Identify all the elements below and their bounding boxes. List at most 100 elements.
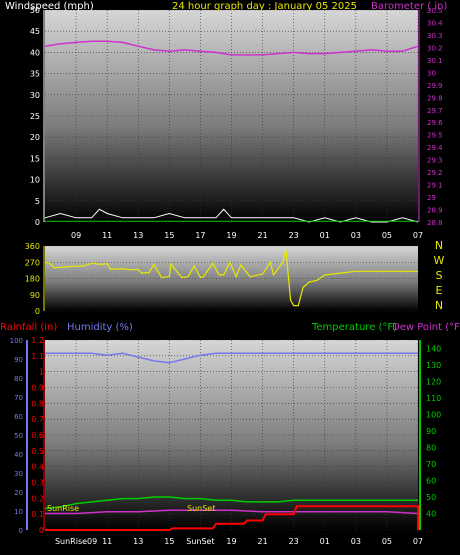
barometer-tick-label: 29.9 [427,82,443,90]
temperature-tick-label: 70 [426,460,436,469]
x-tick-label: 21 [257,537,267,546]
x-tick-label: 23 [289,537,299,546]
x-tick-label: 07 [413,231,423,240]
windspeed-tick-label: 10 [30,176,40,185]
barometer-tick-label: 30.1 [427,57,443,65]
x-tick-label: 19 [226,537,236,546]
barometer-tick-label: 29.2 [427,169,443,177]
x-tick-label: 03 [351,537,361,546]
windspeed-tick-label: 40 [30,48,40,57]
temperature-tick-label: 100 [426,410,441,419]
rainfall-tick-label: 0.8 [31,399,44,408]
humidity-axis-label: Humidity (%) [67,322,133,333]
barometer-tick-label: 28.8 [427,219,443,227]
x-tick-label: 17 [195,231,205,240]
temperature-tick-label: 60 [426,476,436,485]
windspeed-axis-label: Windspeed (mph) [5,1,94,12]
barometer-tick-label: 28.9 [427,207,443,215]
windspeed-tick-label: 5 [35,197,40,206]
temperature-tick-label: 90 [426,427,436,436]
barometer-tick-label: 30.4 [427,19,443,27]
direction-tick-label: 90 [30,291,40,300]
x-tick-label: 13 [133,231,143,240]
barometer-tick-label: 29.3 [427,157,443,165]
rainfall-tick-label: 0.5 [31,447,44,456]
x-tick-label: 13 [133,537,143,546]
rainfall-tick-label: 0.1 [31,510,44,519]
x-tick-label: 01 [320,231,330,240]
x-tick-label: SunSet [186,537,214,546]
barometer-tick-label: 29.8 [427,94,443,102]
x-tick-label: 05 [382,231,392,240]
barometer-tick-label: 29.1 [427,182,443,190]
rainfall-tick-label: 0.2 [31,494,44,503]
humidity-tick-label: 60 [14,413,23,421]
barometer-tick-label: 30.3 [427,32,443,40]
barometer-tick-label: 30 [427,69,436,77]
windspeed-tick-label: 15 [30,154,40,163]
windspeed-tick-label: 0 [35,218,40,227]
sunset-marker-label: SunSet [187,504,215,513]
rainfall-tick-label: 1.1 [31,352,44,361]
humidity-tick-label: 90 [14,356,23,364]
humidity-tick-label: 70 [14,394,23,402]
x-tick-label: SunRise09 [55,537,97,546]
x-tick-label: 05 [382,537,392,546]
windspeed-tick-label: 25 [30,112,40,121]
humidity-tick-label: 20 [14,489,23,497]
humidity-tick-label: 80 [14,375,23,383]
windspeed-tick-label: 20 [30,133,40,142]
rainfall-axis-label: Rainfall (in) [0,322,57,333]
x-tick-label: 19 [226,231,236,240]
x-tick-label: 15 [164,231,174,240]
sunrise-marker-label: SunRise [47,504,79,513]
temperature-tick-label: 120 [426,377,441,386]
temperature-tick-label: 130 [426,361,441,370]
graph-title: 24 hour graph day : January 05 2025 [172,1,357,12]
windspeed-tick-label: 35 [30,70,40,79]
humidity-tick-label: 10 [14,508,23,516]
rainfall-tick-label: 0.4 [31,463,44,472]
temperature-tick-label: 50 [426,493,436,502]
humidity-tick-label: 50 [14,432,23,440]
windspeed-tick-label: 30 [30,91,40,100]
x-tick-label: 01 [320,537,330,546]
rainfall-tick-label: 0 [39,526,44,535]
barometer-tick-label: 29.4 [427,144,443,152]
temperature-axis-label: Temperature (°F) [311,322,397,333]
x-tick-label: 03 [351,231,361,240]
temperature-tick-label: 40 [426,509,436,518]
compass-label: E [436,284,443,297]
temperature-tick-label: 110 [426,394,441,403]
temperature-tick-label: 140 [426,344,441,353]
compass-label: S [436,269,443,282]
rainfall-tick-label: 0.7 [31,415,44,424]
rainfall-tick-label: 1 [39,368,44,377]
rainfall-tick-label: 1.2 [31,336,44,345]
x-tick-label: 15 [164,537,174,546]
compass-label: N [435,239,443,252]
barometer-tick-label: 29 [427,194,436,202]
x-tick-label: 21 [257,231,267,240]
humidity-tick-label: 100 [10,337,23,345]
temperature-tick-label: 80 [426,443,436,452]
rainfall-tick-label: 0.6 [31,431,44,440]
x-tick-label: 11 [102,231,112,240]
rainfall-tick-label: 0.3 [31,479,44,488]
barometer-tick-label: 29.7 [427,107,443,115]
compass-label: N [435,299,443,312]
barometer-tick-label: 30.2 [427,44,443,52]
rainfall-tick-label: 0.9 [31,384,44,393]
rain-humidity-temp-panel: 00.10.20.30.40.50.60.70.80.911.11.201020… [0,322,460,546]
direction-tick-label: 180 [25,275,40,284]
humidity-tick-label: 0 [19,527,23,535]
dewpoint-axis-label: Dew Point (°F) [392,322,460,333]
barometer-axis-label: Barometer ( in) [371,1,447,12]
wind-baro-panel: 0510152025303540455028.828.92929.129.229… [5,1,447,240]
compass-label: W [434,254,445,267]
wind-direction-panel: 090180270360 NWSEN [25,239,445,316]
direction-tick-label: 270 [25,258,40,267]
barometer-tick-label: 29.5 [427,132,443,140]
windspeed-tick-label: 45 [30,27,40,36]
weather-graph: 0510152025303540455028.828.92929.129.229… [0,1,460,546]
